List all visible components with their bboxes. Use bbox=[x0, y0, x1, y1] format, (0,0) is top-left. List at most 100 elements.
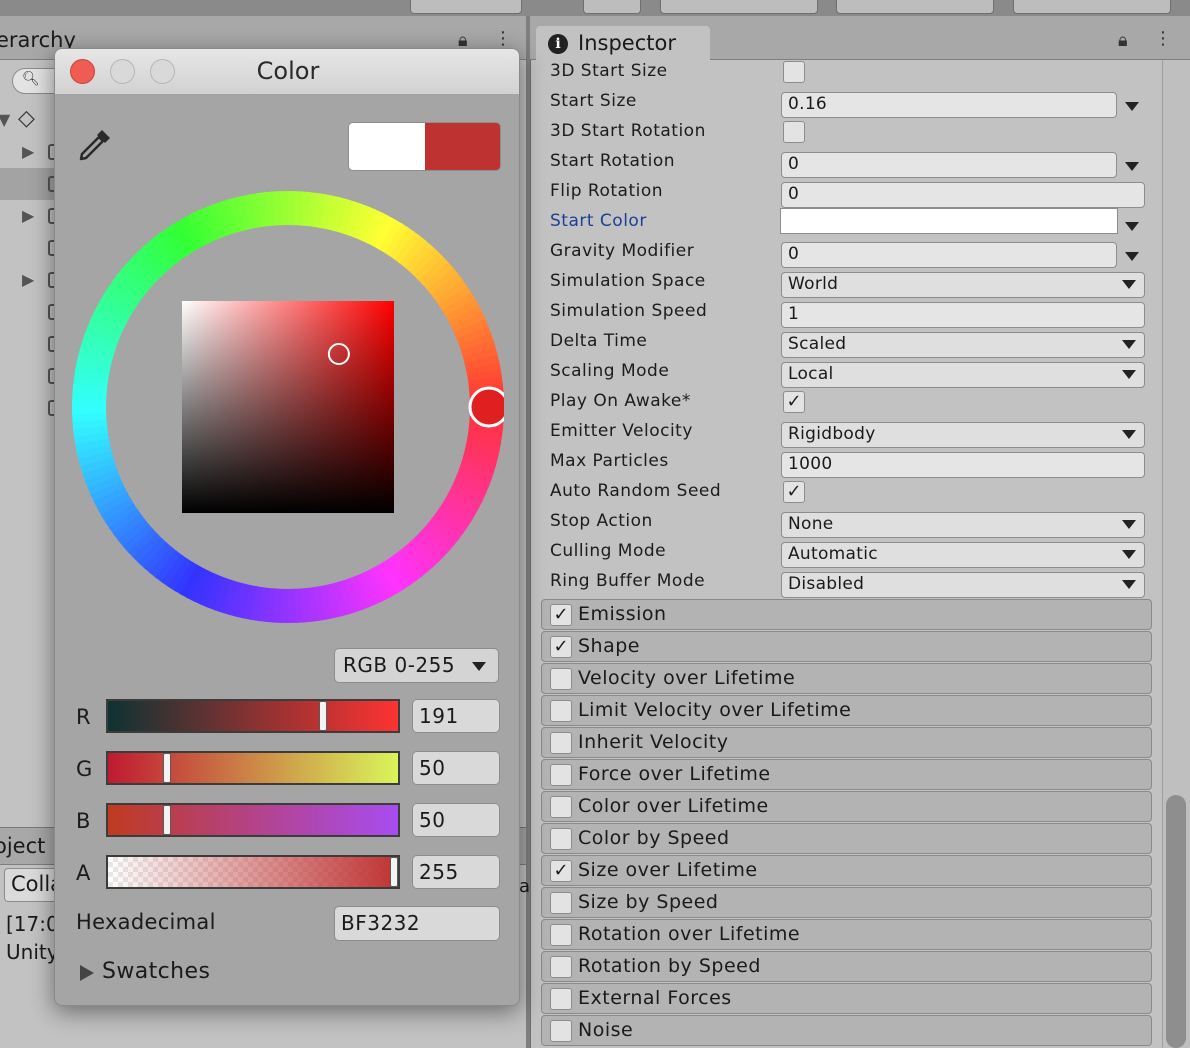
property-checkbox[interactable] bbox=[783, 61, 805, 83]
module-enable-checkbox[interactable] bbox=[550, 764, 572, 786]
lock-icon[interactable]: 🔒︎ bbox=[1118, 30, 1128, 51]
account-button[interactable] bbox=[660, 0, 818, 14]
red-value-field[interactable]: 191 bbox=[412, 699, 500, 733]
property-value-field[interactable]: 0 bbox=[781, 182, 1145, 208]
expand-arrow-icon[interactable]: ▶ bbox=[22, 206, 34, 225]
property-dropdown[interactable]: World bbox=[781, 272, 1145, 298]
layout-button[interactable] bbox=[1013, 0, 1171, 14]
module-enable-checkbox[interactable] bbox=[550, 796, 572, 818]
blue-slider[interactable] bbox=[106, 803, 400, 837]
alpha-value-field[interactable]: 255 bbox=[412, 855, 500, 889]
module-header[interactable]: Inherit Velocity bbox=[541, 727, 1152, 758]
module-enable-checkbox[interactable]: ✓ bbox=[550, 604, 572, 626]
hierarchy-item[interactable]: ▶ bbox=[0, 136, 60, 168]
green-slider-handle[interactable] bbox=[163, 753, 171, 783]
hue-handle[interactable] bbox=[468, 386, 504, 428]
module-header[interactable]: Velocity over Lifetime bbox=[541, 663, 1152, 694]
blue-slider-handle[interactable] bbox=[163, 805, 171, 835]
module-header[interactable]: Limit Velocity over Lifetime bbox=[541, 695, 1152, 726]
module-header[interactable]: Rotation by Speed bbox=[541, 951, 1152, 982]
curve-mode-menu-icon[interactable] bbox=[1125, 162, 1139, 171]
property-value-field[interactable]: 1 bbox=[781, 302, 1145, 328]
module-enable-checkbox[interactable] bbox=[550, 828, 572, 850]
more-options-icon[interactable]: ⋮ bbox=[1154, 28, 1172, 49]
layers-button[interactable] bbox=[836, 0, 994, 14]
module-enable-checkbox[interactable] bbox=[550, 892, 572, 914]
hue-wheel[interactable] bbox=[72, 191, 504, 623]
hierarchy-item[interactable] bbox=[0, 328, 60, 360]
alpha-slider[interactable] bbox=[106, 855, 400, 889]
curve-mode-menu-icon[interactable] bbox=[1125, 102, 1139, 111]
hierarchy-item-selected[interactable] bbox=[0, 168, 60, 200]
property-value-field[interactable]: 1000 bbox=[781, 452, 1145, 478]
module-header[interactable]: Rotation over Lifetime bbox=[541, 919, 1152, 950]
cloud-button[interactable] bbox=[583, 0, 641, 14]
module-header[interactable]: Force over Lifetime bbox=[541, 759, 1152, 790]
project-tab[interactable]: oject bbox=[0, 834, 45, 858]
swatches-foldout[interactable]: Swatches bbox=[102, 959, 210, 984]
module-header[interactable]: Size by Speed bbox=[541, 887, 1152, 918]
curve-mode-menu-icon[interactable] bbox=[1125, 252, 1139, 261]
property-checkbox[interactable]: ✓ bbox=[783, 481, 805, 503]
collab-button[interactable] bbox=[410, 0, 522, 14]
expand-arrow-icon[interactable] bbox=[80, 965, 94, 981]
hex-input[interactable]: BF3232 bbox=[334, 906, 500, 941]
saturation-value-square[interactable] bbox=[182, 301, 394, 513]
more-options-icon[interactable]: ⋮ bbox=[494, 28, 512, 49]
property-dropdown[interactable]: Local bbox=[781, 362, 1145, 388]
module-enable-checkbox[interactable] bbox=[550, 924, 572, 946]
module-enable-checkbox[interactable]: ✓ bbox=[550, 636, 572, 658]
property-dropdown[interactable]: Rigidbody bbox=[781, 422, 1145, 448]
property-dropdown[interactable]: None bbox=[781, 512, 1145, 538]
module-enable-checkbox[interactable] bbox=[550, 700, 572, 722]
module-header[interactable]: External Forces bbox=[541, 983, 1152, 1014]
red-slider-handle[interactable] bbox=[319, 701, 327, 731]
module-header[interactable]: ✓ Shape bbox=[541, 631, 1152, 662]
previous-color-swatch[interactable] bbox=[349, 123, 425, 170]
green-slider[interactable] bbox=[106, 751, 400, 785]
blue-value-field[interactable]: 50 bbox=[412, 803, 500, 837]
expand-arrow-icon[interactable]: ▶ bbox=[22, 142, 34, 161]
property-checkbox[interactable]: ✓ bbox=[783, 391, 805, 413]
hierarchy-item[interactable] bbox=[0, 360, 60, 392]
module-header[interactable]: ✓ Emission bbox=[541, 599, 1152, 630]
module-enable-checkbox[interactable] bbox=[550, 1020, 572, 1042]
module-header[interactable]: Color by Speed bbox=[541, 823, 1152, 854]
module-header[interactable]: Color over Lifetime bbox=[541, 791, 1152, 822]
console-message[interactable]: Unity bbox=[6, 940, 59, 964]
module-enable-checkbox[interactable] bbox=[550, 668, 572, 690]
console-timestamp[interactable]: [17:0 bbox=[6, 912, 59, 936]
collapse-button[interactable]: Colla bbox=[4, 868, 58, 902]
expand-arrow-icon[interactable]: ▼ bbox=[0, 110, 10, 129]
module-enable-checkbox[interactable] bbox=[550, 956, 572, 978]
eyedropper-icon[interactable] bbox=[75, 125, 115, 165]
hierarchy-item[interactable] bbox=[0, 296, 60, 328]
property-dropdown[interactable]: Scaled bbox=[781, 332, 1145, 358]
property-value-field[interactable]: 0.16 bbox=[781, 92, 1117, 118]
start-color-swatch[interactable] bbox=[780, 208, 1118, 234]
property-checkbox[interactable] bbox=[783, 121, 805, 143]
module-header[interactable]: Noise bbox=[541, 1015, 1152, 1046]
property-dropdown[interactable]: Disabled bbox=[781, 572, 1145, 598]
property-dropdown[interactable]: Automatic bbox=[781, 542, 1145, 568]
module-enable-checkbox[interactable]: ✓ bbox=[550, 860, 572, 882]
inspector-scrollbar-thumb[interactable] bbox=[1166, 795, 1186, 1048]
hierarchy-item[interactable] bbox=[0, 232, 60, 264]
hierarchy-item[interactable]: ▶ bbox=[0, 200, 60, 232]
hierarchy-item[interactable] bbox=[0, 392, 60, 424]
curve-mode-menu-icon[interactable] bbox=[1125, 222, 1139, 231]
expand-arrow-icon[interactable]: ▶ bbox=[22, 270, 34, 289]
module-enable-checkbox[interactable] bbox=[550, 732, 572, 754]
alpha-slider-handle[interactable] bbox=[390, 857, 398, 887]
property-value-field[interactable]: 0 bbox=[781, 242, 1117, 268]
red-slider[interactable] bbox=[106, 699, 400, 733]
property-value-field[interactable]: 0 bbox=[781, 152, 1117, 178]
hierarchy-item[interactable]: ▶ bbox=[0, 264, 60, 296]
module-enable-checkbox[interactable] bbox=[550, 988, 572, 1010]
dialog-titlebar[interactable]: Color bbox=[55, 49, 519, 95]
color-mode-dropdown[interactable]: RGB 0-255 bbox=[334, 648, 499, 683]
module-header[interactable]: ✓ Size over Lifetime bbox=[541, 855, 1152, 886]
property-dropdown-value: Local bbox=[788, 364, 834, 384]
green-value-field[interactable]: 50 bbox=[412, 751, 500, 785]
scene-row[interactable]: ▼ ◇ bbox=[0, 104, 60, 136]
